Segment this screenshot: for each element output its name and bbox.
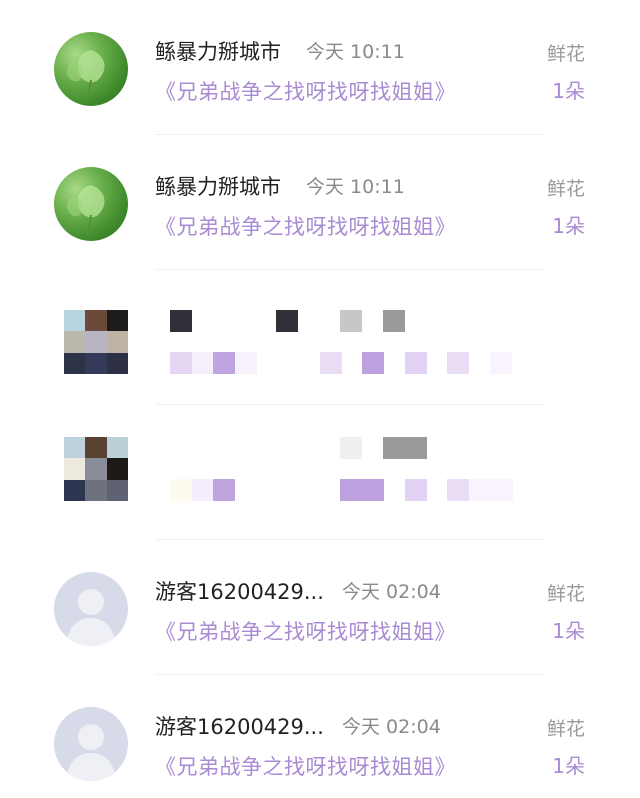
gift-count: 1朵 xyxy=(552,619,585,643)
redacted-block xyxy=(447,352,469,374)
list-item[interactable]: 鲧暴力掰城市 今天 10:11 《兄弟战争之找呀找呀找姐姐》 鲜花 1朵 xyxy=(0,0,640,135)
timestamp: 今天 10:11 xyxy=(306,176,405,198)
leaf-avatar-icon xyxy=(66,185,105,236)
sender-name: 游客16200429... xyxy=(155,715,324,739)
gift-record-list: 鲧暴力掰城市 今天 10:11 《兄弟战争之找呀找呀找姐姐》 鲜花 1朵 鲧暴力… xyxy=(0,0,640,798)
redacted-block xyxy=(405,352,427,374)
list-item[interactable] xyxy=(0,405,640,540)
redacted-block xyxy=(192,479,214,501)
redacted-block xyxy=(170,352,192,374)
redacted-block xyxy=(170,479,192,501)
gift-type-label: 鲜花 xyxy=(546,583,585,605)
redacted-block xyxy=(447,479,469,501)
redacted-block xyxy=(213,352,235,374)
redacted-block xyxy=(276,310,298,332)
timestamp: 今天 02:04 xyxy=(342,581,441,603)
book-title-link[interactable]: 《兄弟战争之找呀找呀找姐姐》 xyxy=(155,751,456,781)
gift-type-label: 鲜花 xyxy=(546,718,585,740)
redacted-block xyxy=(405,479,427,501)
pixelated-avatar[interactable] xyxy=(64,437,128,501)
gift-type-label: 鲜花 xyxy=(546,43,585,65)
redacted-block xyxy=(469,479,513,501)
redacted-block xyxy=(340,310,362,332)
redacted-block xyxy=(340,479,384,501)
book-title-link[interactable]: 《兄弟战争之找呀找呀找姐姐》 xyxy=(155,211,456,241)
list-item[interactable]: 游客16200429... 今天 02:04 《兄弟战争之找呀找呀找姐姐》 鲜花… xyxy=(0,540,640,675)
sender-name: 鲧暴力掰城市 xyxy=(155,40,281,64)
sender-name: 鲧暴力掰城市 xyxy=(155,175,281,199)
gift-count: 1朵 xyxy=(552,754,585,778)
redacted-block xyxy=(362,352,384,374)
list-item[interactable] xyxy=(0,270,640,405)
gift-count: 1朵 xyxy=(552,79,585,103)
book-title-link[interactable]: 《兄弟战争之找呀找呀找姐姐》 xyxy=(155,616,456,646)
redacted-block xyxy=(170,310,192,332)
redacted-block xyxy=(383,437,427,459)
avatar[interactable] xyxy=(54,32,128,106)
timestamp: 今天 10:11 xyxy=(306,41,405,63)
redacted-block xyxy=(383,310,405,332)
redacted-block xyxy=(490,352,512,374)
book-title-link[interactable]: 《兄弟战争之找呀找呀找姐姐》 xyxy=(155,76,456,106)
redacted-block xyxy=(320,352,342,374)
leaf-avatar-icon xyxy=(66,50,105,101)
redacted-block xyxy=(235,352,257,374)
gift-type-label: 鲜花 xyxy=(546,178,585,200)
redacted-block xyxy=(192,352,214,374)
redacted-block xyxy=(340,437,362,459)
avatar[interactable] xyxy=(54,707,128,781)
timestamp: 今天 02:04 xyxy=(342,716,441,738)
default-person-icon xyxy=(66,724,116,781)
pixelated-avatar[interactable] xyxy=(64,310,128,374)
list-item[interactable]: 鲧暴力掰城市 今天 10:11 《兄弟战争之找呀找呀找姐姐》 鲜花 1朵 xyxy=(0,135,640,270)
default-person-icon xyxy=(66,589,116,646)
sender-name: 游客16200429... xyxy=(155,580,324,604)
avatar[interactable] xyxy=(54,167,128,241)
gift-count: 1朵 xyxy=(552,214,585,238)
list-item[interactable]: 游客16200429... 今天 02:04 《兄弟战争之找呀找呀找姐姐》 鲜花… xyxy=(0,675,640,798)
avatar[interactable] xyxy=(54,572,128,646)
redacted-block xyxy=(213,479,235,501)
